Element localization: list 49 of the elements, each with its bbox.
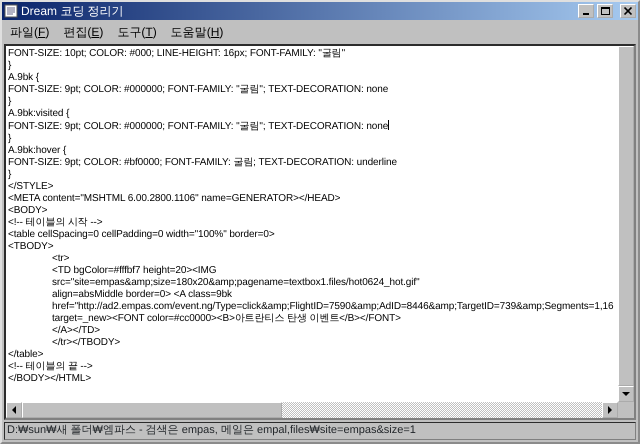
window-title: Dream 코딩 정리기	[21, 4, 124, 18]
scroll-right-button[interactable]	[602, 402, 618, 418]
code-line: </STYLE>	[8, 181, 54, 193]
code-line: FONT-SIZE: 9pt; COLOR: #000000; FONT-FAMILY: "굴림"; TEXT-DECORATION: none	[8, 84, 388, 96]
menu-item[interactable]: 파일(F)	[8, 24, 52, 40]
code-line: align=absMiddle border=0> <A class=9bk	[52, 289, 232, 301]
code-line: }	[8, 96, 12, 108]
code-line: <BODY>	[8, 205, 48, 217]
code-line: FONT-SIZE: 9pt; COLOR: #bf0000; FONT-FAMILY: 굴림; TEXT-DECORATION: underline	[8, 157, 397, 169]
code-line: }	[8, 169, 12, 181]
code-line: href="http://ad2.empas.com/event.ng/Type=click&amp;FlightID=7590&amp;AdID=8446&amp;TargetID=739&amp;Segments=1,16	[52, 301, 614, 313]
code-line: <TBODY>	[8, 241, 54, 253]
code-line: src="site=empas&amp;size=180x20&amp;pagename=textbox1.files/hot0624_hot.gif"	[52, 277, 420, 289]
scrollbar-thumb[interactable]	[22, 402, 282, 418]
close-button[interactable]	[620, 4, 636, 18]
code-line: A.9bk:hover {	[8, 145, 66, 157]
minimize-button[interactable]	[578, 4, 594, 18]
code-line: A.9bk {	[8, 72, 39, 84]
notepad-icon	[4, 4, 18, 18]
code-line: <tr>	[52, 253, 70, 265]
close-icon	[624, 7, 632, 15]
code-line: <TD bgColor=#fffbf7 height=20><IMG	[52, 265, 216, 277]
code-line: }	[8, 60, 12, 72]
code-line: <table cellSpacing=0 cellPadding=0 width="100%" border=0>	[8, 229, 275, 241]
code-line: target=_new><FONT color=#cc0000><B>아트란티스 탄생 이벤트</B></FONT>	[52, 313, 401, 325]
minimize-icon	[583, 13, 589, 15]
code-line: <!-- 테이블의 시작 -->	[8, 217, 103, 229]
right-arrow-icon	[607, 406, 613, 414]
menu-item[interactable]: 도구(T)	[115, 24, 159, 40]
code-line: </table>	[8, 349, 44, 361]
scroll-down-button[interactable]	[618, 386, 634, 402]
menu-item[interactable]: 편집(E)	[61, 24, 106, 40]
code-line: A.9bk:visited {	[8, 108, 70, 120]
status-bar: D:₩sun₩새 폴더₩엠파스 - 검색은 empas, 메일은 empal,files₩site=empas&size=1	[4, 422, 636, 440]
maximize-icon	[600, 7, 610, 15]
scroll-left-button[interactable]	[6, 402, 22, 418]
left-arrow-icon	[11, 406, 17, 414]
down-arrow-icon	[622, 391, 630, 397]
menu-item[interactable]: 도움말(H)	[168, 24, 226, 40]
scrollbar-thumb[interactable]	[618, 46, 634, 386]
maximize-button[interactable]	[597, 4, 613, 18]
code-line: }	[8, 133, 12, 145]
code-line: </tr></TBODY>	[52, 337, 120, 349]
code-line: FONT-SIZE: 9pt; COLOR: #000000; FONT-FAMILY: "굴림"; TEXT-DECORATION: none	[8, 120, 390, 133]
code-line: FONT-SIZE: 10pt; COLOR: #000; LINE-HEIGHT: 16px; FONT-FAMILY: "굴림"	[8, 48, 346, 60]
code-line: </BODY></HTML>	[8, 373, 92, 385]
code-line: </A></TD>	[52, 325, 100, 337]
code-line: <META content="MSHTML 6.00.2800.1106" name=GENERATOR></HEAD>	[8, 193, 340, 205]
code-line: <!-- 테이블의 끝 -->	[8, 361, 93, 373]
